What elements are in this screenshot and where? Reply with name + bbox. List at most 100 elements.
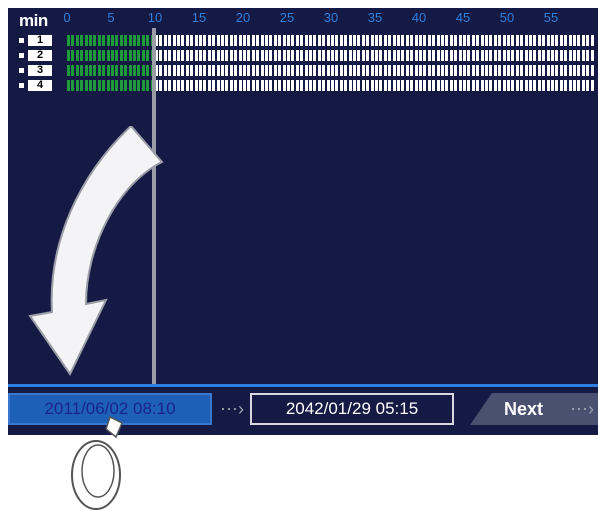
empty-segment[interactable]: [225, 50, 229, 61]
empty-segment[interactable]: [471, 50, 475, 61]
empty-segment[interactable]: [551, 50, 554, 61]
empty-segment[interactable]: [537, 65, 541, 76]
empty-segment[interactable]: [225, 65, 229, 76]
empty-segment[interactable]: [265, 65, 268, 76]
empty-segment[interactable]: [361, 35, 365, 46]
empty-segment[interactable]: [568, 35, 572, 46]
channel-row[interactable]: 3: [8, 65, 598, 76]
empty-segment[interactable]: [251, 65, 255, 76]
recorded-segment[interactable]: [97, 80, 101, 91]
empty-segment[interactable]: [383, 35, 387, 46]
empty-segment[interactable]: [300, 80, 304, 91]
empty-segment[interactable]: [181, 80, 185, 91]
empty-segment[interactable]: [331, 35, 334, 46]
recorded-segment[interactable]: [141, 50, 145, 61]
empty-segment[interactable]: [454, 80, 458, 91]
end-time-field[interactable]: 2042/01/29 05:15: [250, 393, 454, 425]
recorded-segment[interactable]: [84, 80, 88, 91]
empty-segment[interactable]: [590, 35, 594, 46]
empty-segment[interactable]: [423, 50, 427, 61]
empty-segment[interactable]: [405, 65, 409, 76]
recorded-segment[interactable]: [133, 80, 136, 91]
empty-segment[interactable]: [436, 65, 440, 76]
empty-segment[interactable]: [295, 50, 299, 61]
empty-segment[interactable]: [269, 35, 273, 46]
empty-segment[interactable]: [300, 65, 304, 76]
empty-segment[interactable]: [533, 80, 537, 91]
empty-segment[interactable]: [269, 50, 273, 61]
recorded-segment[interactable]: [115, 50, 119, 61]
empty-segment[interactable]: [282, 50, 286, 61]
empty-segment[interactable]: [502, 50, 506, 61]
empty-segment[interactable]: [309, 65, 312, 76]
empty-segment[interactable]: [172, 80, 176, 91]
empty-segment[interactable]: [203, 80, 207, 91]
empty-segment[interactable]: [542, 50, 546, 61]
recorded-segment[interactable]: [133, 65, 136, 76]
empty-segment[interactable]: [401, 65, 405, 76]
recorded-segment[interactable]: [80, 80, 84, 91]
empty-segment[interactable]: [388, 35, 392, 46]
empty-segment[interactable]: [339, 80, 343, 91]
recorded-segment[interactable]: [133, 35, 136, 46]
empty-segment[interactable]: [533, 50, 537, 61]
empty-segment[interactable]: [181, 65, 185, 76]
empty-segment[interactable]: [546, 50, 550, 61]
empty-segment[interactable]: [190, 35, 194, 46]
empty-segment[interactable]: [445, 35, 449, 46]
empty-segment[interactable]: [300, 35, 304, 46]
empty-segment[interactable]: [357, 65, 361, 76]
empty-segment[interactable]: [163, 80, 167, 91]
recorded-segment[interactable]: [71, 80, 75, 91]
empty-segment[interactable]: [498, 35, 502, 46]
empty-segment[interactable]: [392, 35, 396, 46]
recorded-segment[interactable]: [93, 35, 97, 46]
recorded-segment[interactable]: [119, 35, 123, 46]
empty-segment[interactable]: [458, 50, 462, 61]
empty-segment[interactable]: [247, 80, 251, 91]
empty-segment[interactable]: [568, 65, 572, 76]
empty-segment[interactable]: [163, 50, 167, 61]
empty-segment[interactable]: [524, 80, 528, 91]
empty-segment[interactable]: [568, 50, 572, 61]
empty-segment[interactable]: [326, 35, 330, 46]
empty-segment[interactable]: [317, 65, 321, 76]
empty-segment[interactable]: [260, 80, 264, 91]
empty-segment[interactable]: [159, 65, 163, 76]
empty-segment[interactable]: [493, 65, 497, 76]
empty-segment[interactable]: [212, 80, 216, 91]
recorded-segment[interactable]: [128, 35, 132, 46]
empty-segment[interactable]: [511, 80, 515, 91]
empty-segment[interactable]: [313, 35, 317, 46]
empty-segment[interactable]: [441, 65, 444, 76]
recorded-segment[interactable]: [133, 50, 136, 61]
recorded-segment[interactable]: [146, 80, 150, 91]
empty-segment[interactable]: [344, 65, 348, 76]
empty-segment[interactable]: [458, 80, 462, 91]
empty-segment[interactable]: [445, 65, 449, 76]
recorded-segment[interactable]: [71, 65, 75, 76]
recorded-segment[interactable]: [124, 65, 128, 76]
empty-segment[interactable]: [295, 35, 299, 46]
empty-segment[interactable]: [493, 50, 497, 61]
empty-segment[interactable]: [247, 35, 251, 46]
empty-segment[interactable]: [542, 80, 546, 91]
empty-segment[interactable]: [480, 50, 484, 61]
empty-segment[interactable]: [366, 35, 370, 46]
empty-segment[interactable]: [454, 50, 458, 61]
empty-segment[interactable]: [388, 80, 392, 91]
empty-segment[interactable]: [555, 35, 559, 46]
empty-segment[interactable]: [185, 35, 189, 46]
empty-segment[interactable]: [282, 80, 286, 91]
empty-segment[interactable]: [559, 65, 563, 76]
empty-segment[interactable]: [251, 80, 255, 91]
empty-segment[interactable]: [348, 65, 352, 76]
empty-segment[interactable]: [287, 80, 290, 91]
empty-segment[interactable]: [432, 80, 436, 91]
recorded-segment[interactable]: [146, 35, 150, 46]
empty-segment[interactable]: [265, 50, 268, 61]
recorded-segment[interactable]: [97, 35, 101, 46]
empty-segment[interactable]: [243, 35, 246, 46]
empty-segment[interactable]: [251, 50, 255, 61]
empty-segment[interactable]: [335, 80, 339, 91]
